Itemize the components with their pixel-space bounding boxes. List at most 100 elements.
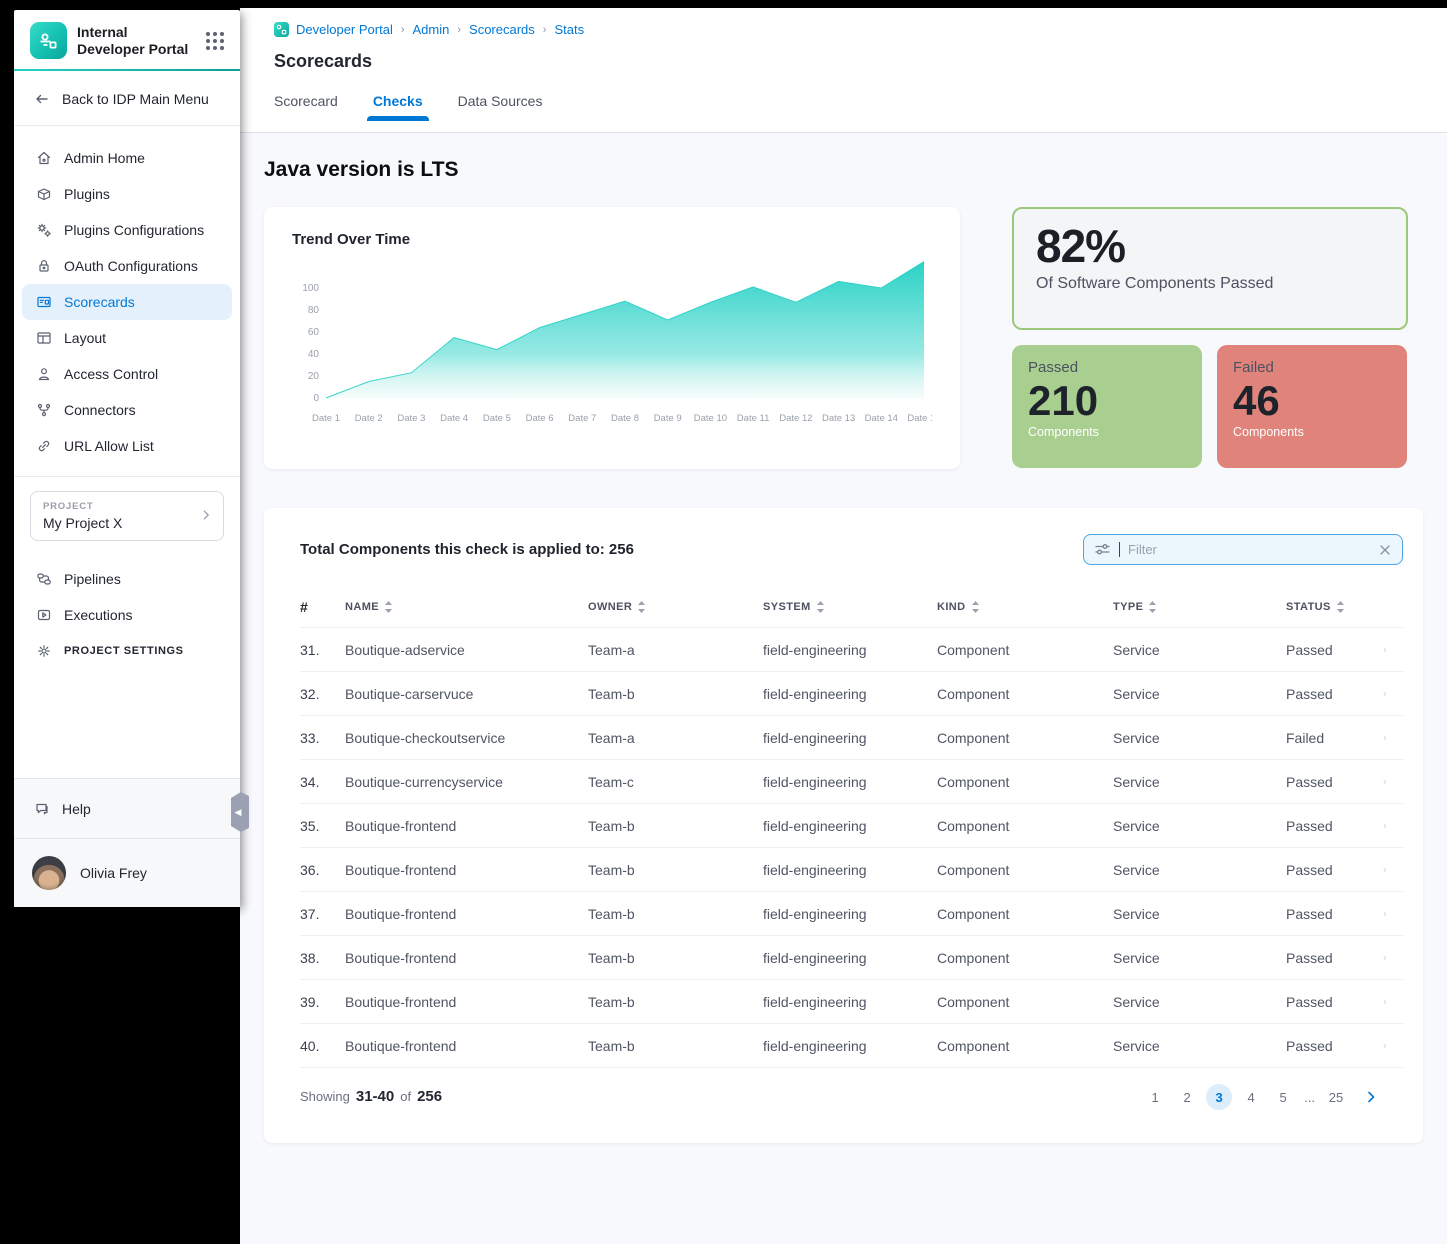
breadcrumb-separator: › — [401, 24, 405, 36]
tab-scorecard[interactable]: Scorecard — [274, 93, 338, 121]
chevron-right-icon: › — [1383, 864, 1403, 876]
chart-title: Trend Over Time — [292, 231, 932, 248]
table-row[interactable]: 34. Boutique-currencyservice Team-c fiel… — [300, 759, 1403, 803]
table-row[interactable]: 31. Boutique-adservice Team-a field-engi… — [300, 627, 1403, 671]
home-icon — [36, 150, 52, 166]
svg-text:Date 11: Date 11 — [737, 413, 770, 424]
layout-icon — [36, 330, 52, 346]
breadcrumb: Developer Portal › Admin › Scorecards › Stats — [274, 22, 1447, 37]
pagination-ellipsis: ... — [1302, 1090, 1317, 1105]
svg-text:40: 40 — [308, 349, 320, 360]
gear-icon — [36, 643, 52, 659]
percent-caption: Of Software Components Passed — [1036, 275, 1384, 293]
table-body: 31. Boutique-adservice Team-a field-engi… — [300, 627, 1403, 1067]
sidebar-item-pipelines[interactable]: Pipelines — [22, 561, 232, 597]
table-row[interactable]: 36. Boutique-frontend Team-b field-engin… — [300, 847, 1403, 891]
sidebar-item-oauth-configurations[interactable]: OAuth Configurations — [22, 248, 232, 284]
table-row[interactable]: 33. Boutique-checkoutservice Team-a fiel… — [300, 715, 1403, 759]
chat-icon — [34, 801, 50, 817]
page-2[interactable]: 2 — [1174, 1084, 1200, 1110]
svg-text:Date 5: Date 5 — [483, 413, 511, 424]
column-header-system[interactable]: SYSTEM — [763, 601, 937, 613]
breadcrumb-separator: › — [457, 24, 461, 36]
column-header-owner[interactable]: OWNER — [588, 601, 763, 613]
sidebar-item-url-allow-list[interactable]: URL Allow List — [22, 428, 232, 464]
page-4[interactable]: 4 — [1238, 1084, 1264, 1110]
filter-box — [1083, 534, 1403, 565]
app-switcher-icon[interactable] — [204, 30, 226, 52]
column-header-status[interactable]: STATUS — [1286, 601, 1383, 613]
svg-text:Date 1: Date 1 — [312, 413, 340, 424]
help-button[interactable]: Help — [14, 779, 240, 839]
check-heading: Java version is LTS — [264, 155, 1423, 185]
arrow-left-icon — [34, 91, 50, 107]
status-value: Passed — [1286, 950, 1383, 966]
page-1[interactable]: 1 — [1142, 1084, 1168, 1110]
status-value: Passed — [1286, 906, 1383, 922]
execution-icon — [36, 607, 52, 623]
percent-value: 82% — [1036, 219, 1384, 273]
svg-text:Date 14: Date 14 — [865, 413, 898, 424]
tab-checks[interactable]: Checks — [373, 93, 423, 121]
table-row[interactable]: 40. Boutique-frontend Team-b field-engin… — [300, 1023, 1403, 1067]
sidebar-item-plugins[interactable]: Plugins — [22, 176, 232, 212]
page-5[interactable]: 5 — [1270, 1084, 1296, 1110]
table-row[interactable]: 38. Boutique-frontend Team-b field-engin… — [300, 935, 1403, 979]
sort-icon — [384, 601, 393, 613]
status-value: Passed — [1286, 774, 1383, 790]
table-footer: Showing 31-40 of 256 12345...25 — [300, 1067, 1403, 1143]
back-to-main-menu-link[interactable]: Back to IDP Main Menu — [14, 71, 240, 126]
filter-input[interactable] — [1128, 542, 1370, 557]
page-3[interactable]: 3 — [1206, 1084, 1232, 1110]
column-header-type[interactable]: TYPE — [1113, 601, 1286, 613]
sidebar-item-layout[interactable]: Layout — [22, 320, 232, 356]
user-menu[interactable]: Olivia Frey — [14, 839, 240, 907]
filter-sliders-icon — [1094, 541, 1111, 558]
user-name: Olivia Frey — [80, 865, 147, 881]
chevron-right-icon: › — [1383, 996, 1403, 1008]
sidebar-item-plugins-configurations[interactable]: Plugins Configurations — [22, 212, 232, 248]
breadcrumb-scorecards[interactable]: Scorecards — [469, 22, 535, 37]
divider — [14, 476, 240, 477]
chevron-right-icon: › — [1383, 732, 1403, 744]
app-title: InternalDeveloper Portal — [77, 24, 194, 58]
sidebar-item-connectors[interactable]: Connectors — [22, 392, 232, 428]
table-row[interactable]: 39. Boutique-frontend Team-b field-engin… — [300, 979, 1403, 1023]
passed-count: 210 — [1028, 378, 1186, 424]
sidebar-item-executions[interactable]: Executions — [22, 597, 232, 633]
breadcrumb-stats[interactable]: Stats — [554, 22, 584, 37]
table-title: Total Components this check is applied t… — [300, 541, 634, 558]
components-table-card: Total Components this check is applied t… — [264, 508, 1423, 1143]
sidebar-item-scorecards[interactable]: Scorecards — [22, 284, 232, 320]
clear-filter-icon[interactable] — [1378, 543, 1392, 557]
table-row[interactable]: 35. Boutique-frontend Team-b field-engin… — [300, 803, 1403, 847]
failed-card: Failed 46 Components — [1217, 345, 1407, 468]
table-row[interactable]: 32. Boutique-carservuce Team-b field-eng… — [300, 671, 1403, 715]
column-header-kind[interactable]: KIND — [937, 601, 1113, 613]
breadcrumb-separator: › — [543, 24, 547, 36]
breadcrumb-developer-portal[interactable]: Developer Portal — [274, 22, 393, 37]
chevron-right-icon: › — [1383, 820, 1403, 832]
sort-icon — [971, 601, 980, 613]
page-25[interactable]: 25 — [1323, 1084, 1349, 1110]
app-logo-icon — [30, 22, 67, 59]
sidebar-item-admin-home[interactable]: Admin Home — [22, 140, 232, 176]
tab-data-sources[interactable]: Data Sources — [458, 93, 543, 121]
sidebar-item-access-control[interactable]: Access Control — [22, 356, 232, 392]
sidebar-menu: Admin Home Plugins Plugins Configuration… — [14, 126, 240, 464]
project-selector[interactable]: PROJECT My Project X — [30, 491, 224, 541]
table-row[interactable]: 37. Boutique-frontend Team-b field-engin… — [300, 891, 1403, 935]
column-header-name[interactable]: NAME — [345, 601, 588, 613]
sidebar: InternalDeveloper Portal Back to IDP Mai… — [14, 10, 240, 907]
passed-card: Passed 210 Components — [1012, 345, 1202, 468]
tab-bar: Scorecard Checks Data Sources — [274, 93, 1447, 121]
page-header: Developer Portal›Admin›Scorecards›Stats … — [240, 8, 1447, 133]
next-page-icon[interactable] — [1363, 1089, 1379, 1105]
scorecard-icon — [36, 294, 52, 310]
avatar — [32, 856, 66, 890]
svg-text:Date 12: Date 12 — [779, 413, 812, 424]
sidebar-item-project-settings[interactable]: PROJECT SETTINGS — [22, 633, 232, 669]
svg-text:Date 13: Date 13 — [822, 413, 855, 424]
breadcrumb-admin[interactable]: Admin — [413, 22, 450, 37]
sidebar-collapse-handle[interactable]: ◀ — [231, 792, 249, 832]
